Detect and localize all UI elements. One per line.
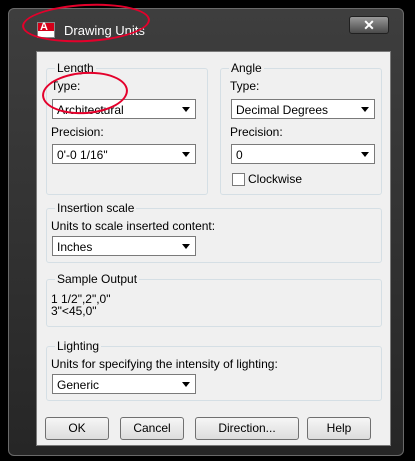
length-precision-value: 0'-0 1/16" <box>57 148 108 162</box>
angle-legend: Angle <box>229 61 264 75</box>
length-group: Length Type: Architectural Precision: 0'… <box>46 61 208 195</box>
chevron-down-icon <box>361 152 369 157</box>
insertion-units-dropdown[interactable]: Inches <box>52 236 196 256</box>
length-type-label: Type: <box>51 79 81 93</box>
angle-type-dropdown[interactable]: Decimal Degrees <box>231 99 375 119</box>
dialog-window: A Drawing Units ✕ Length Type: Architect… <box>8 8 404 456</box>
insertion-units-value: Inches <box>57 240 93 254</box>
sample-output-group: Sample Output 1 1/2",2",0" 3"<45,0" <box>46 272 382 327</box>
chevron-down-icon <box>182 107 190 112</box>
insertion-units-label: Units to scale inserted content: <box>51 219 216 233</box>
angle-type-value: Decimal Degrees <box>236 103 329 117</box>
chevron-down-icon <box>182 244 190 249</box>
sample-output-legend: Sample Output <box>55 272 140 286</box>
length-precision-dropdown[interactable]: 0'-0 1/16" <box>52 144 196 164</box>
clockwise-label: Clockwise <box>248 172 303 186</box>
clockwise-checkbox[interactable] <box>232 173 245 186</box>
ok-button[interactable]: OK <box>45 417 109 440</box>
lighting-group: Lighting Units for specifying the intens… <box>46 339 382 401</box>
insertion-scale-group: Insertion scale Units to scale inserted … <box>46 201 382 263</box>
dialog-body: Length Type: Architectural Precision: 0'… <box>36 51 391 446</box>
angle-precision-label: Precision: <box>230 125 283 139</box>
lighting-units-value: Generic <box>57 378 100 392</box>
chevron-down-icon <box>182 152 190 157</box>
chevron-down-icon <box>182 382 190 387</box>
angle-precision-value: 0 <box>236 148 243 162</box>
lighting-units-dropdown[interactable]: Generic <box>52 374 196 394</box>
length-precision-label: Precision: <box>51 125 104 139</box>
angle-type-label: Type: <box>230 79 260 93</box>
close-button[interactable]: ✕ <box>349 16 389 34</box>
chevron-down-icon <box>361 107 369 112</box>
insertion-scale-legend: Insertion scale <box>55 201 137 215</box>
cancel-button[interactable]: Cancel <box>120 417 184 440</box>
lighting-legend: Lighting <box>55 339 102 353</box>
direction-button[interactable]: Direction... <box>195 417 299 440</box>
length-type-value: Architectural <box>57 103 124 117</box>
lighting-units-label: Units for specifying the intensity of li… <box>51 357 278 371</box>
title-bar[interactable]: A Drawing Units ✕ <box>9 9 403 39</box>
window-title: Drawing Units <box>64 23 145 38</box>
help-button[interactable]: Help <box>307 417 371 440</box>
angle-precision-dropdown[interactable]: 0 <box>231 144 375 164</box>
length-type-dropdown[interactable]: Architectural <box>52 99 196 119</box>
angle-group: Angle Type: Decimal Degrees Precision: 0… <box>220 61 382 195</box>
sample-output-line-2: 3"<45,0" <box>51 304 97 318</box>
length-legend: Length <box>55 61 96 75</box>
autocad-app-icon: A <box>37 22 55 38</box>
